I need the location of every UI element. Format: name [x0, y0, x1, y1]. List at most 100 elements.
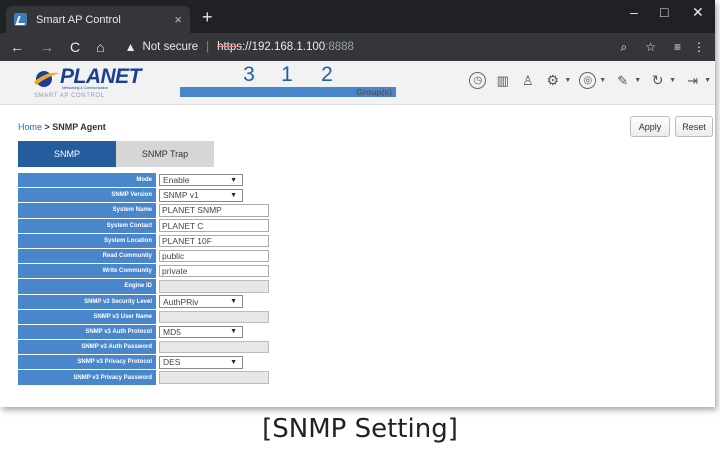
group-count: 2 — [321, 63, 333, 86]
form-row-v3-security-level: SNMP v3 Security Level AuthPRiv ▼ — [18, 294, 708, 310]
form-row-v3-auth-protocol: SNMP v3 Auth Protocol MD5 ▼ — [18, 324, 708, 341]
planet-logo: PLANET Networking & Communication SMART … — [34, 65, 142, 101]
dashboard-icon[interactable]: ◷ — [469, 72, 487, 89]
v3-privacy-protocol-value: DES — [163, 357, 181, 368]
users-icon[interactable]: ♙ — [519, 72, 536, 89]
reload-icon[interactable]: C — [70, 39, 80, 55]
v3-auth-protocol-select[interactable]: MD5 ▼ — [159, 325, 243, 339]
chevron-down-icon[interactable]: ▼ — [599, 77, 606, 84]
breadcrumb-home-link[interactable]: Home — [18, 122, 42, 132]
browser-window: Smart AP Control × + – □ ✕ ← → C ⌂ ▲ Not… — [0, 0, 715, 407]
chevron-down-icon: ▼ — [230, 298, 237, 306]
mode-value: Enable — [163, 175, 190, 186]
warning-icon: ▲ — [124, 40, 137, 54]
form-row-system-name: System Name PLANET SNMP — [18, 203, 708, 219]
tab-strip: Smart AP Control × + – □ ✕ — [0, 0, 715, 33]
chevron-down-icon[interactable]: ▼ — [669, 77, 676, 84]
snmp-version-value: SNMP v1 — [163, 190, 199, 201]
form-row-read-community: Read Community public — [18, 248, 708, 265]
chevron-down-icon[interactable]: ▼ — [704, 77, 711, 84]
snmp-version-select[interactable]: SNMP v1 ▼ — [159, 189, 243, 202]
network-icon[interactable]: ◎ — [579, 72, 597, 89]
system-location-label: System Location — [18, 233, 156, 248]
read-community-label: Read Community — [18, 248, 156, 264]
chevron-down-icon[interactable]: ▼ — [564, 77, 571, 84]
chevron-down-icon: ▼ — [230, 191, 237, 199]
read-community-field[interactable]: public — [159, 249, 269, 263]
v3-privacy-password-label: SNMP v3 Privacy Password — [18, 370, 156, 385]
form-row-system-location: System Location PLANET 10F — [18, 233, 708, 249]
tab-snmp-trap[interactable]: SNMP Trap — [116, 141, 214, 167]
tab-title: Smart AP Control — [36, 13, 121, 26]
system-name-label: System Name — [18, 203, 156, 218]
browser-tab[interactable]: Smart AP Control × — [6, 6, 190, 33]
group-counter[interactable]: 2 Group(s) — [258, 63, 396, 97]
menu-icon[interactable]: ⋮ — [693, 40, 705, 54]
reset-button[interactable]: Reset — [675, 116, 713, 137]
extension-icon[interactable]: ≡ — [674, 40, 681, 54]
system-location-field[interactable]: PLANET 10F — [159, 234, 269, 248]
back-arrow-icon[interactable]: ← — [10, 39, 24, 55]
star-icon[interactable]: ☆ — [645, 40, 656, 54]
system-contact-label: System Contact — [18, 218, 156, 233]
search-icon[interactable]: ⌕ — [620, 40, 627, 55]
close-window-button[interactable]: ✕ — [692, 4, 704, 21]
chevron-down-icon: ▼ — [230, 358, 237, 366]
group-count-label: Group(s) — [258, 87, 396, 97]
url-port: :8888 — [325, 41, 354, 53]
v3-auth-password-field — [159, 340, 269, 354]
form-row-v3-user-name: SNMP v3 User Name — [18, 309, 708, 325]
refresh-icon[interactable]: ↻ — [649, 72, 666, 89]
home-icon[interactable]: ⌂ — [96, 39, 104, 55]
system-contact-field[interactable]: PLANET C — [159, 219, 269, 232]
breadcrumb-separator: > — [42, 122, 53, 132]
form-row-v3-auth-password: SNMP v3 Auth Password — [18, 340, 708, 356]
form-row-version: SNMP Version SNMP v1 ▼ — [18, 188, 708, 204]
forward-arrow-icon[interactable]: → — [40, 39, 54, 55]
form-row-engine-id: Engine ID — [18, 279, 708, 295]
tools-wrench-icon[interactable]: ✎ — [614, 72, 631, 89]
logo-subtitle: SMART AP CONTROL — [34, 93, 105, 99]
statistics-icon[interactable]: ▥ — [494, 72, 511, 89]
form-row-write-community: Write Community private — [18, 264, 708, 280]
url-protocol: https — [217, 41, 243, 53]
chevron-down-icon: ▼ — [230, 328, 237, 336]
engine-id-field — [159, 280, 269, 293]
header-toolbar: ◷ ▥ ♙ ⚙ ▼ ◎ ▼ ✎ ▼ ↻ ▼ ⇥ ▼ — [469, 72, 711, 89]
v3-security-level-select[interactable]: AuthPRiv ▼ — [159, 295, 243, 308]
tab-bar: SNMP SNMP Trap — [18, 141, 214, 167]
v3-auth-protocol-label: SNMP v3 Auth Protocol — [18, 324, 156, 340]
url-separator: | — [206, 41, 210, 53]
apply-button[interactable]: Apply — [630, 116, 670, 137]
system-name-field[interactable]: PLANET SNMP — [159, 204, 269, 217]
mode-select[interactable]: Enable ▼ — [159, 173, 243, 187]
v3-privacy-protocol-label: SNMP v3 Privacy Protocol — [18, 355, 156, 370]
snmp-version-label: SNMP Version — [18, 188, 156, 203]
address-bar: ← → C ⌂ ▲ Not secure | https ://192.168.… — [0, 33, 715, 61]
breadcrumb: Home > SNMP Agent — [18, 122, 106, 132]
form-row-v3-privacy-protocol: SNMP v3 Privacy Protocol DES ▼ — [18, 355, 708, 371]
engine-id-label: Engine ID — [18, 279, 156, 294]
breadcrumb-current: SNMP Agent — [52, 122, 106, 132]
new-tab-button[interactable]: + — [202, 7, 213, 28]
write-community-label: Write Community — [18, 264, 156, 279]
tab-snmp[interactable]: SNMP — [18, 141, 116, 167]
form-row-system-contact: System Contact PLANET C — [18, 218, 708, 234]
app-header: PLANET Networking & Communication SMART … — [0, 61, 715, 105]
maximize-button[interactable]: □ — [660, 4, 668, 20]
url-host: ://192.168.1.100 — [242, 41, 326, 53]
planet-favicon-icon — [14, 13, 27, 26]
chevron-down-icon[interactable]: ▼ — [634, 77, 641, 84]
v3-privacy-password-field — [159, 371, 269, 384]
settings-gear-icon[interactable]: ⚙ — [544, 72, 561, 89]
form-row-v3-privacy-password: SNMP v3 Privacy Password — [18, 370, 708, 386]
tab-close-icon[interactable]: × — [174, 12, 182, 27]
chevron-down-icon: ▼ — [230, 176, 237, 184]
minimize-button[interactable]: – — [630, 4, 638, 20]
url-field[interactable]: ▲ Not secure | https ://192.168.1.100 :8… — [125, 40, 603, 54]
v3-privacy-protocol-select[interactable]: DES ▼ — [159, 356, 243, 369]
not-secure-label: Not secure — [142, 41, 199, 53]
logout-icon[interactable]: ⇥ — [684, 72, 701, 89]
write-community-field[interactable]: private — [159, 264, 269, 278]
v3-security-level-label: SNMP v3 Security Level — [18, 294, 156, 309]
